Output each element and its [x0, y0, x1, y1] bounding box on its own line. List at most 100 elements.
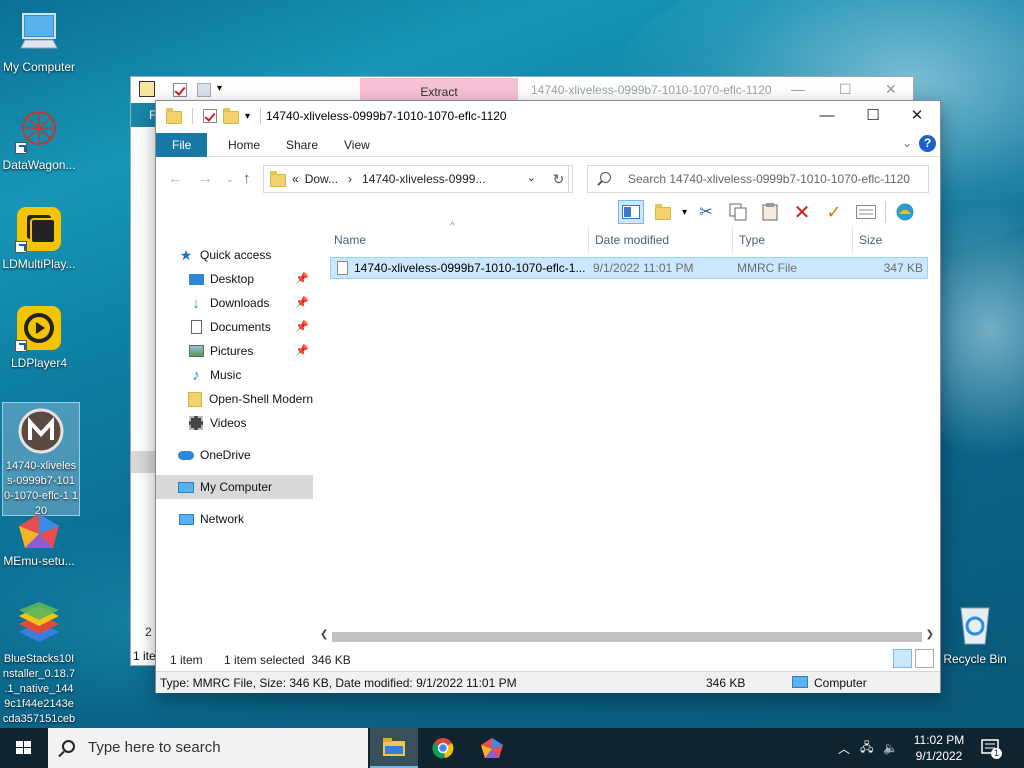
- taskbar-file-explorer[interactable]: [370, 728, 418, 768]
- bg-extract-tab[interactable]: Extract: [360, 78, 518, 102]
- nav-music[interactable]: ♪ Music: [156, 363, 313, 387]
- taskbar: Type here to search ︿ 🖧 🔈 11:02 PM 9/1/2…: [0, 728, 1024, 768]
- details-view-icon[interactable]: [893, 649, 912, 668]
- nav-pictures[interactable]: Pictures 📌: [156, 339, 313, 363]
- search-input[interactable]: Search 14740-xliveless-0999b7-1010-1070-…: [587, 165, 929, 193]
- close-icon[interactable]: ✕: [894, 101, 940, 131]
- delete-icon[interactable]: ✕: [789, 200, 815, 224]
- column-header-date-modified[interactable]: Date modified: [589, 227, 733, 253]
- minimize-icon[interactable]: —: [804, 101, 850, 131]
- file-row[interactable]: 14740-xliveless-0999b7-1010-1070-eflc-1.…: [330, 257, 928, 279]
- address-bar[interactable]: « Dow... › 14740-xliveless-0999... ⌄: [263, 165, 569, 193]
- preview-pane-icon[interactable]: [618, 200, 644, 224]
- desktop-icon-ldmultiplayer[interactable]: LDMultiPlay...: [0, 205, 78, 272]
- nav-my-computer[interactable]: My Computer: [156, 475, 313, 499]
- bg-window-title: 14740-xliveless-0999b7-1010-1070-eflc-11…: [531, 83, 772, 97]
- open-shell-icon[interactable]: [892, 200, 918, 224]
- taskbar-memu[interactable]: [468, 728, 516, 768]
- desktop-icon-my-computer[interactable]: My Computer: [0, 8, 78, 75]
- titlebar[interactable]: ▾ 14740-xliveless-0999b7-1010-1070-eflc-…: [156, 101, 940, 131]
- expand-ribbon-icon[interactable]: ⌄: [902, 136, 912, 150]
- forward-arrow-icon[interactable]: →: [198, 170, 213, 187]
- help-icon[interactable]: ?: [919, 135, 936, 152]
- pin-icon[interactable]: 📌: [295, 320, 309, 333]
- desktop-icon-xliveless[interactable]: 14740-xliveles s-0999b7-101 0-1070-eflc-…: [2, 402, 80, 517]
- scroll-left-icon[interactable]: ❮: [320, 629, 328, 640]
- pin-icon[interactable]: 📌: [295, 296, 309, 309]
- new-folder-dropdown-icon[interactable]: ▾: [682, 207, 687, 218]
- properties-icon[interactable]: [203, 109, 217, 123]
- cut-icon[interactable]: ✂: [693, 200, 719, 224]
- copy-icon[interactable]: [725, 200, 751, 224]
- properties-tool-icon[interactable]: [853, 200, 879, 224]
- nav-network[interactable]: Network: [156, 507, 313, 531]
- breadcrumb-separator[interactable]: ›: [348, 172, 352, 186]
- recycle-bin-icon: [951, 600, 999, 648]
- address-overflow[interactable]: «: [292, 172, 299, 186]
- up-arrow-icon[interactable]: ↑: [243, 170, 251, 187]
- breadcrumb-downloads[interactable]: Dow...: [305, 172, 338, 186]
- computer-icon: [178, 479, 194, 495]
- taskbar-chrome[interactable]: [419, 728, 467, 768]
- status-bar: 1 item 1 item selected 346 KB: [156, 649, 940, 671]
- nav-downloads[interactable]: ↓ Downloads 📌: [156, 291, 313, 315]
- column-header-size[interactable]: Size: [853, 227, 933, 253]
- selected-file-size: 346 KB: [706, 676, 746, 690]
- bg-minimize-icon[interactable]: —: [791, 81, 805, 97]
- desktop-icon-bluestacks[interactable]: BlueStacks10I nstaller_0.18.7 .1_native_…: [0, 602, 78, 727]
- address-dropdown-icon[interactable]: ⌄: [527, 171, 536, 184]
- desktop-icon-ldplayer4[interactable]: LDPlayer4: [0, 304, 78, 371]
- ldmultiplayer-icon: [15, 205, 63, 253]
- tab-view[interactable]: View: [330, 133, 384, 157]
- column-header-type[interactable]: Type: [733, 227, 853, 253]
- item-count: 1 item: [170, 653, 203, 667]
- view-buttons: [893, 649, 934, 668]
- file-list: ^ Name Date modified Type Size 14740-xli…: [328, 221, 938, 632]
- explorer-window[interactable]: ▾ 14740-xliveless-0999b7-1010-1070-eflc-…: [155, 100, 941, 693]
- paste-icon[interactable]: [757, 200, 783, 224]
- customize-dropdown-icon[interactable]: ▾: [245, 111, 250, 122]
- taskbar-search-input[interactable]: Type here to search: [48, 728, 368, 768]
- clock[interactable]: 11:02 PM 9/1/2022: [900, 732, 978, 764]
- start-button[interactable]: [0, 728, 48, 768]
- breadcrumb-current-folder[interactable]: 14740-xliveless-0999...: [362, 172, 485, 186]
- nav-quick-access[interactable]: ★ Quick access: [156, 243, 313, 267]
- tab-file[interactable]: File: [156, 133, 208, 157]
- notification-center-icon[interactable]: 1: [980, 738, 1002, 759]
- maximize-icon[interactable]: ☐: [850, 101, 896, 131]
- navigation-pane: ★ Quick access Desktop 📌 ↓ Downloads 📌 D…: [156, 227, 316, 642]
- new-folder-icon[interactable]: [223, 108, 239, 124]
- recent-locations-icon[interactable]: ⌄: [226, 174, 234, 185]
- nav-desktop[interactable]: Desktop 📌: [156, 267, 313, 291]
- network-tray-icon[interactable]: 🖧: [860, 738, 873, 759]
- shortcut-arrow-icon: [15, 241, 27, 253]
- tab-share[interactable]: Share: [272, 133, 332, 157]
- desktop-icon-memu-setup[interactable]: MEmu-setu...: [0, 512, 78, 569]
- scroll-right-icon[interactable]: ❯: [926, 629, 934, 640]
- rename-icon[interactable]: ✓: [821, 200, 847, 224]
- bg-maximize-icon[interactable]: ☐: [839, 81, 852, 98]
- back-arrow-icon[interactable]: ←: [168, 170, 183, 187]
- film-icon: [188, 415, 204, 431]
- refresh-icon[interactable]: ↻: [545, 165, 573, 193]
- nav-documents[interactable]: Documents 📌: [156, 315, 313, 339]
- volume-icon[interactable]: 🔈: [883, 741, 898, 755]
- column-header-name[interactable]: Name: [328, 227, 589, 253]
- nav-videos[interactable]: Videos: [156, 411, 313, 435]
- nav-open-shell-modern[interactable]: Open-Shell Modern: [156, 387, 313, 411]
- desktop-icon-recycle-bin[interactable]: Recycle Bin: [936, 600, 1014, 667]
- bg-status-item: 1 ite: [133, 649, 156, 663]
- pin-icon[interactable]: 📌: [295, 344, 309, 357]
- horizontal-scrollbar[interactable]: ❮ ❯: [316, 629, 938, 645]
- desktop-icon-datawagon[interactable]: DataWagon...: [0, 106, 78, 173]
- nav-onedrive[interactable]: OneDrive: [156, 443, 313, 467]
- desktop-icon-label: My Computer: [2, 60, 76, 74]
- file-size: 347 KB: [883, 261, 923, 275]
- large-icons-view-icon[interactable]: [915, 649, 934, 668]
- show-hidden-icons-icon[interactable]: ︿: [838, 740, 850, 757]
- bg-close-icon[interactable]: ✕: [885, 81, 897, 98]
- tab-home[interactable]: Home: [214, 133, 274, 157]
- scrollbar-thumb[interactable]: [332, 632, 922, 642]
- pin-icon[interactable]: 📌: [295, 272, 309, 285]
- new-folder-tool-icon[interactable]: [650, 200, 676, 224]
